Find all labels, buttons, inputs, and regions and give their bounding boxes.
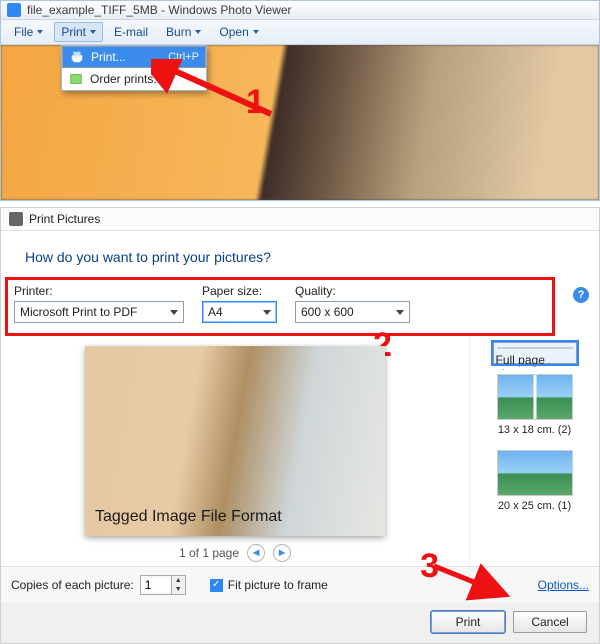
dialog-body: Tagged Image File Format 1 of 1 page ◄ ►… <box>1 336 599 566</box>
chevron-down-icon <box>253 30 259 34</box>
preview-sheet: Tagged Image File Format <box>85 346 385 536</box>
paper-size-value: A4 <box>208 305 223 319</box>
pager-next-button[interactable]: ► <box>273 544 291 562</box>
dialog-title-bar[interactable]: Print Pictures <box>1 208 599 231</box>
print-pictures-dialog: Print Pictures How do you want to print … <box>0 207 600 644</box>
dialog-footer: Copies of each picture: ▲ ▼ ✓ Fit pictur… <box>1 566 599 603</box>
layout-list[interactable]: Full page photo 13 x 18 cm. (2) 20 x 25 … <box>469 336 599 566</box>
layout-thumb-icon <box>497 347 573 349</box>
cancel-button-label: Cancel <box>531 615 568 629</box>
quality-select[interactable]: 600 x 600 <box>295 301 410 323</box>
preview-caption: Tagged Image File Format <box>95 508 282 526</box>
photo-viewer-window: file_example_TIFF_5MB - Windows Photo Vi… <box>0 0 600 201</box>
menu-item-order-label: Order prints... <box>90 72 200 86</box>
options-link[interactable]: Options... <box>538 578 589 592</box>
printer-select-value: Microsoft Print to PDF <box>20 305 137 319</box>
chevron-down-icon <box>170 310 178 315</box>
chevron-down-icon <box>90 30 96 34</box>
menu-open-label: Open <box>219 25 248 39</box>
printer-label: Printer: <box>14 284 184 298</box>
app-icon <box>7 3 21 17</box>
menu-open[interactable]: Open <box>212 22 265 42</box>
menu-file[interactable]: File <box>7 22 50 42</box>
copies-stepper[interactable]: ▲ ▼ <box>140 575 186 595</box>
menu-print-label: Print <box>61 25 86 39</box>
layout-20x25-label: 20 x 25 cm. (1) <box>498 500 571 512</box>
menu-email-label: E-mail <box>114 25 148 39</box>
fit-to-frame-checkbox[interactable]: ✓ Fit picture to frame <box>210 578 328 592</box>
layout-20x25[interactable]: 20 x 25 cm. (1) <box>493 446 577 516</box>
menu-print[interactable]: Print <box>54 22 103 42</box>
chevron-down-icon <box>263 310 271 315</box>
menu-email[interactable]: E-mail <box>107 22 155 42</box>
menu-item-print-label: Print... <box>91 50 168 64</box>
layout-thumb-icon <box>497 450 573 496</box>
layout-13x18-label: 13 x 18 cm. (2) <box>498 424 571 436</box>
quality-label: Quality: <box>295 284 410 298</box>
quality-value: 600 x 600 <box>301 305 354 319</box>
dialog-header: How do you want to print your pictures? <box>1 231 599 277</box>
chevron-down-icon <box>396 310 404 315</box>
chevron-down-icon <box>195 30 201 34</box>
paper-size-label: Paper size: <box>202 284 277 298</box>
stepper-down[interactable]: ▼ <box>171 585 185 594</box>
help-icon[interactable]: ? <box>573 287 589 303</box>
dialog-heading: How do you want to print your pictures? <box>25 249 575 265</box>
menu-item-print[interactable]: Print... Ctrl+P <box>62 46 206 68</box>
pager-prev-button[interactable]: ◄ <box>247 544 265 562</box>
stepper-up[interactable]: ▲ <box>171 576 185 585</box>
photo-canvas: Print... Ctrl+P Order prints... 1 <box>1 45 599 200</box>
menu-bar: File Print E-mail Burn Open <box>1 20 599 45</box>
fit-to-frame-label: Fit picture to frame <box>228 578 328 592</box>
pager-text: 1 of 1 page <box>179 546 239 560</box>
printer-select[interactable]: Microsoft Print to PDF <box>14 301 184 323</box>
print-dropdown-menu: Print... Ctrl+P Order prints... <box>61 45 207 91</box>
menu-file-label: File <box>14 25 33 39</box>
menu-item-order-prints[interactable]: Order prints... <box>62 68 206 90</box>
cancel-button[interactable]: Cancel <box>513 611 587 633</box>
paper-size-select[interactable]: A4 <box>202 301 277 323</box>
menu-burn-label: Burn <box>166 25 191 39</box>
copies-label: Copies of each picture: <box>11 578 134 592</box>
dialog-button-row: Print Cancel <box>1 603 599 643</box>
window-title: file_example_TIFF_5MB - Windows Photo Vi… <box>27 3 292 17</box>
pager: 1 of 1 page ◄ ► <box>179 544 291 562</box>
printer-icon <box>9 212 23 226</box>
layout-thumb-icon <box>497 374 573 420</box>
layout-13x18[interactable]: 13 x 18 cm. (2) <box>493 370 577 440</box>
title-bar[interactable]: file_example_TIFF_5MB - Windows Photo Vi… <box>1 1 599 20</box>
dialog-title: Print Pictures <box>29 212 100 226</box>
menu-burn[interactable]: Burn <box>159 22 208 42</box>
print-preview-pane: Tagged Image File Format 1 of 1 page ◄ ► <box>1 336 469 566</box>
print-button-label: Print <box>456 615 481 629</box>
annotation-arrow-3 <box>429 561 519 601</box>
layout-full-page[interactable]: Full page photo <box>493 342 577 364</box>
copies-input[interactable] <box>141 578 171 592</box>
checkbox-checked-icon: ✓ <box>210 579 223 592</box>
stepper-buttons: ▲ ▼ <box>171 576 185 594</box>
printer-icon <box>69 49 85 65</box>
menu-item-print-shortcut: Ctrl+P <box>168 51 199 63</box>
order-prints-icon <box>68 71 84 87</box>
annotation-highlight-box: Printer: Microsoft Print to PDF Paper si… <box>5 277 555 336</box>
chevron-down-icon <box>37 30 43 34</box>
print-button[interactable]: Print <box>431 611 505 633</box>
